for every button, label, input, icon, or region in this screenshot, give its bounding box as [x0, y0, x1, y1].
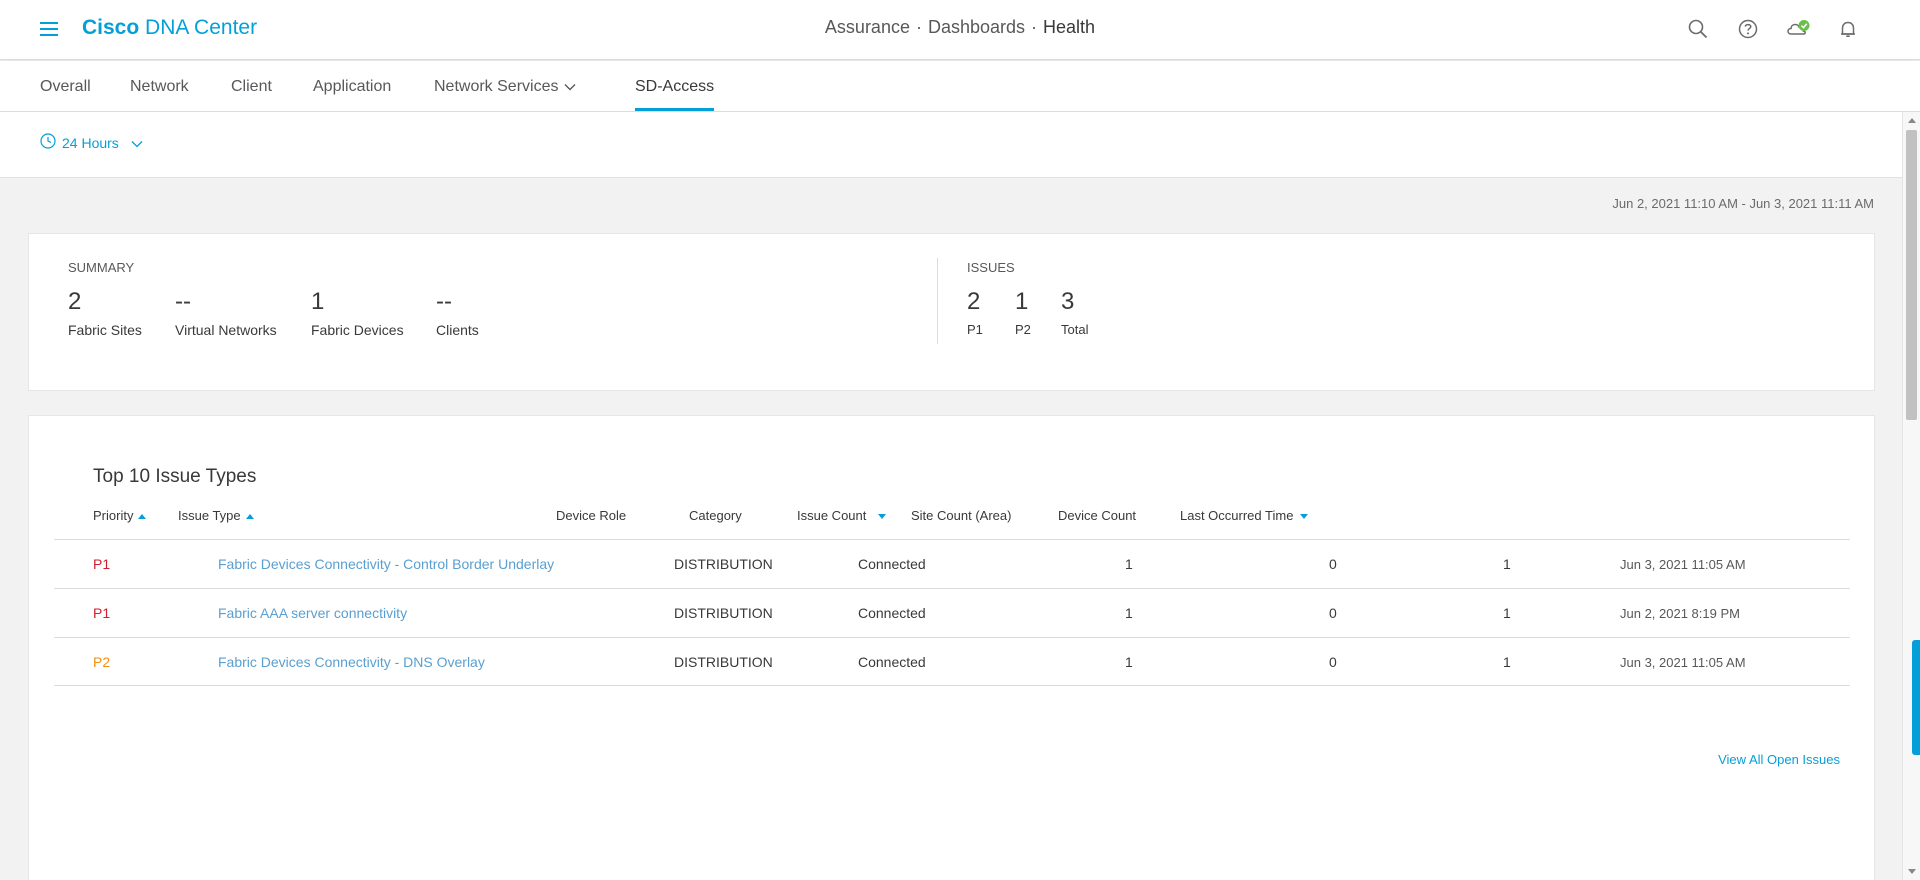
- sort-asc-icon: [245, 514, 254, 520]
- time-range-label: 24 Hours: [62, 134, 119, 151]
- cloud-status-icon[interactable]: [1784, 17, 1812, 41]
- last-occurred-cell: Jun 2, 2021 8:19 PM: [1620, 606, 1740, 621]
- issue-type-link[interactable]: Fabric AAA server connectivity: [218, 605, 407, 621]
- issue-type-link[interactable]: Fabric Devices Connectivity - DNS Overla…: [218, 654, 485, 670]
- column-header-last-occurred[interactable]: Last Occurred Time: [1180, 508, 1309, 523]
- search-icon[interactable]: [1684, 17, 1712, 41]
- device-role-cell: DISTRIBUTION: [674, 556, 773, 572]
- issue-count-cell: 1: [1125, 605, 1133, 621]
- category-cell: Connected: [858, 605, 926, 621]
- top-issues-title: Top 10 Issue Types: [93, 466, 257, 487]
- column-header-device-role[interactable]: Device Role: [556, 508, 626, 523]
- breadcrumb-current: Health: [1043, 17, 1096, 37]
- metric-total-issues[interactable]: 3 Total: [1061, 288, 1088, 337]
- tab-sd-access[interactable]: SD-Access: [635, 78, 715, 111]
- tab-network-services[interactable]: Network Services: [434, 78, 576, 96]
- table-row[interactable]: P2 Fabric Devices Connectivity - DNS Ove…: [54, 637, 1850, 686]
- column-header-category[interactable]: Category: [689, 508, 742, 523]
- tab-application[interactable]: Application: [313, 78, 391, 96]
- section-divider: [937, 258, 938, 344]
- chevron-down-icon: [131, 135, 143, 151]
- column-header-site-count[interactable]: Site Count (Area): [911, 508, 1011, 523]
- device-role-cell: DISTRIBUTION: [674, 605, 773, 621]
- metric-clients[interactable]: -- Clients: [436, 288, 479, 338]
- last-occurred-cell: Jun 3, 2021 11:05 AM: [1620, 655, 1746, 670]
- sort-asc-icon: [138, 514, 147, 520]
- category-cell: Connected: [858, 654, 926, 670]
- tab-network[interactable]: Network: [130, 78, 189, 96]
- priority-cell: P2: [93, 654, 111, 670]
- issue-count-cell: 1: [1125, 556, 1133, 572]
- table-row[interactable]: P1 Fabric AAA server connectivity DISTRI…: [54, 588, 1850, 637]
- site-count-cell: 0: [1329, 654, 1337, 670]
- time-range-dropdown[interactable]: 24 Hours: [40, 133, 143, 152]
- summary-card: SUMMARY 2 Fabric Sites -- Virtual Networ…: [28, 233, 1875, 391]
- scrollbar-thumb[interactable]: [1906, 130, 1917, 420]
- help-icon[interactable]: [1734, 17, 1762, 41]
- side-feedback-tab[interactable]: [1912, 640, 1920, 755]
- metric-p2-issues[interactable]: 1 P2: [1015, 288, 1031, 337]
- site-count-cell: 0: [1329, 605, 1337, 621]
- device-count-cell: 1: [1503, 556, 1511, 572]
- scroll-down-arrow-icon[interactable]: [1908, 869, 1916, 874]
- breadcrumb: Assurance · Dashboards · Health: [824, 17, 1096, 37]
- sort-desc-icon: [878, 514, 887, 520]
- device-role-cell: DISTRIBUTION: [674, 654, 773, 670]
- metric-p1-issues[interactable]: 2 P1: [967, 288, 983, 337]
- tab-client[interactable]: Client: [231, 78, 272, 96]
- metric-fabric-sites[interactable]: 2 Fabric Sites: [68, 288, 142, 338]
- chevron-down-icon: [564, 78, 576, 96]
- table-row[interactable]: P1 Fabric Devices Connectivity - Control…: [54, 539, 1850, 588]
- issue-type-link[interactable]: Fabric Devices Connectivity - Control Bo…: [218, 556, 554, 572]
- issue-count-cell: 1: [1125, 654, 1133, 670]
- notification-bell-icon[interactable]: [1834, 17, 1862, 41]
- sort-desc-icon: [1300, 514, 1309, 520]
- column-header-issue-count[interactable]: Issue Count: [797, 508, 887, 523]
- dashboard-tabs: Overall Network Client Application Netwo…: [0, 61, 1920, 112]
- summary-title: SUMMARY: [68, 260, 135, 275]
- priority-cell: P1: [93, 556, 111, 572]
- site-count-cell: 0: [1329, 556, 1337, 572]
- category-cell: Connected: [858, 556, 926, 572]
- priority-cell: P1: [93, 605, 111, 621]
- column-header-priority[interactable]: Priority: [93, 508, 147, 523]
- issues-summary-title: ISSUES: [967, 260, 1015, 275]
- device-count-cell: 1: [1503, 605, 1511, 621]
- scroll-up-arrow-icon[interactable]: [1908, 118, 1916, 123]
- column-header-issue-type[interactable]: Issue Type: [178, 508, 254, 523]
- view-all-issues-link[interactable]: View All Open Issues: [1718, 752, 1840, 767]
- metric-fabric-devices[interactable]: 1 Fabric Devices: [311, 288, 404, 338]
- breadcrumb-item[interactable]: Assurance: [825, 17, 910, 37]
- date-range-text: Jun 2, 2021 11:10 AM - Jun 3, 2021 11:11…: [1612, 196, 1874, 211]
- breadcrumb-item[interactable]: Dashboards: [928, 17, 1025, 37]
- page-scrollbar[interactable]: [1902, 112, 1920, 880]
- top-issues-card: Top 10 Issue Types Priority Issue Type D…: [28, 415, 1875, 880]
- time-filter-bar: 24 Hours: [0, 112, 1902, 178]
- top-header: Cisco DNA Center Assurance · Dashboards · He…: [0, 0, 1920, 60]
- tab-overall[interactable]: Overall: [40, 78, 91, 96]
- last-occurred-cell: Jun 3, 2021 11:05 AM: [1620, 557, 1746, 572]
- clock-icon: [40, 133, 56, 152]
- column-header-device-count[interactable]: Device Count: [1058, 508, 1136, 523]
- metric-virtual-networks[interactable]: -- Virtual Networks: [175, 288, 277, 338]
- device-count-cell: 1: [1503, 654, 1511, 670]
